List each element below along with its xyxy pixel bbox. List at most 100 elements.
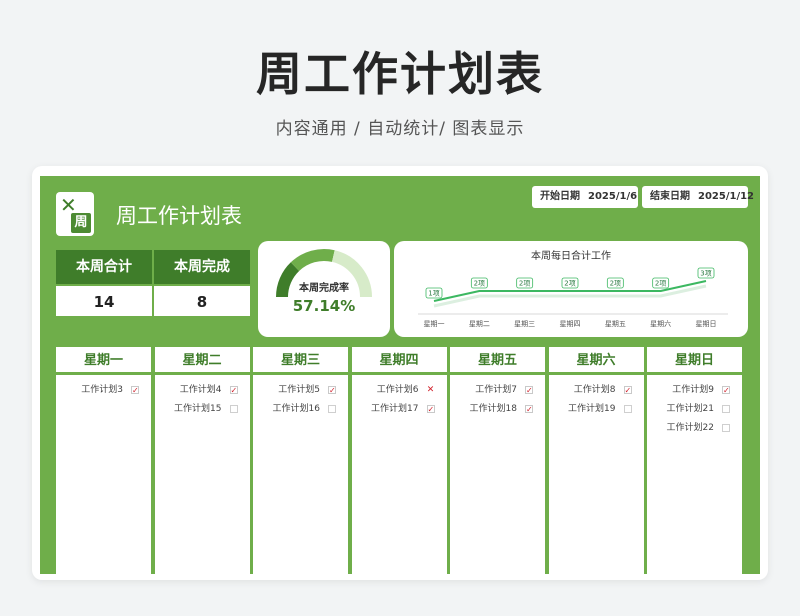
weekly-total-label: 本周合计	[56, 250, 152, 284]
start-date-field[interactable]: 开始日期 2025/1/6	[532, 186, 638, 208]
checked-box-icon[interactable]: ✓	[328, 386, 336, 395]
logo: ✕ 周	[56, 192, 94, 236]
task-row[interactable]: 工作计划21	[647, 400, 742, 419]
task-row[interactable]: 工作计划5 ✓	[253, 381, 348, 400]
day-column: 星期六工作计划8 ✓ 工作计划19	[548, 347, 644, 574]
task-name: 工作计划3	[81, 385, 123, 395]
weekly-total-value: 14	[56, 284, 152, 316]
end-date-value: 2025/1/12	[698, 191, 755, 202]
task-row[interactable]: 工作计划16	[253, 400, 348, 419]
daily-line-chart: 本周每日合计工作 1项 星期一 2项 星期二 2项 星期三 2项 星期四 2项 星期五 2项 星期六 3…	[394, 241, 748, 337]
data-label: 3项	[700, 270, 711, 278]
planner-sheet: ✕ 周 周工作计划表 开始日期 2025/1/6 结束日期 2025/1/12 本周…	[40, 176, 760, 574]
checked-box-icon[interactable]: ✓	[525, 386, 533, 395]
day-header: 星期五	[450, 347, 545, 375]
day-column: 星期一工作计划3 ✓	[56, 347, 151, 574]
task-name: 工作计划15	[174, 404, 222, 414]
day-header: 星期日	[647, 347, 742, 375]
chart-title: 本周每日合计工作	[531, 249, 611, 262]
sheet-title: 周工作计划表	[116, 204, 242, 228]
task-row[interactable]: 工作计划19	[549, 400, 644, 419]
weekly-total-card: 本周合计 14	[56, 250, 152, 318]
start-date-value: 2025/1/6	[588, 191, 638, 202]
task-row[interactable]: 工作计划17 ✓	[352, 400, 447, 419]
day-header: 星期一	[56, 347, 151, 375]
day-column: 星期四工作计划6 ✕ 工作计划17 ✓	[351, 347, 447, 574]
checked-box-icon[interactable]: ✓	[426, 405, 435, 414]
task-row[interactable]: 工作计划8 ✓	[549, 381, 644, 400]
checked-box-icon[interactable]: ✓	[131, 386, 139, 395]
end-date-field[interactable]: 结束日期 2025/1/12	[642, 186, 754, 208]
gauge-label: 本周完成率	[299, 283, 349, 294]
checked-box-icon[interactable]: ✓	[525, 405, 533, 414]
task-row[interactable]: 工作计划9 ✓	[647, 381, 742, 400]
start-date-label: 开始日期	[540, 191, 580, 202]
task-list: 工作计划5 ✓ 工作计划16	[253, 375, 348, 419]
tools-icon: ✕	[60, 193, 77, 217]
weekly-done-label: 本周完成	[154, 250, 250, 284]
completion-gauge: 本周完成率 57.14%	[258, 241, 390, 337]
task-list: 工作计划7 ✓ 工作计划18 ✓	[450, 375, 545, 419]
task-name: 工作计划21	[666, 404, 714, 414]
day-header: 星期二	[154, 347, 250, 375]
day-column: 星期五工作计划7 ✓ 工作计划18 ✓	[450, 347, 545, 574]
task-list: 工作计划9 ✓ 工作计划21 工作计划22	[647, 375, 742, 438]
data-label: 1项	[428, 290, 439, 298]
task-row[interactable]: 工作计划18 ✓	[450, 400, 545, 419]
task-row[interactable]: 工作计划4 ✓	[155, 381, 250, 400]
x-tick-label: 星期一	[424, 320, 445, 328]
task-name: 工作计划9	[672, 385, 714, 395]
task-list: 工作计划3 ✓	[56, 375, 151, 400]
checked-box-icon[interactable]: ✓	[229, 386, 238, 395]
cross-icon[interactable]: ✕	[427, 386, 435, 395]
task-name: 工作计划8	[573, 385, 616, 395]
gauge-mid-arc	[290, 249, 335, 272]
x-tick-label: 星期五	[605, 320, 626, 328]
x-tick-label: 星期三	[514, 320, 535, 328]
empty-box-icon[interactable]	[722, 405, 730, 413]
empty-box-icon[interactable]	[623, 405, 632, 413]
day-header: 星期三	[253, 347, 348, 375]
task-row[interactable]: 工作计划15	[155, 400, 250, 419]
task-name: 工作计划19	[568, 404, 616, 414]
data-label: 2项	[474, 280, 485, 288]
empty-box-icon[interactable]	[722, 424, 730, 432]
task-name: 工作计划16	[272, 404, 320, 414]
task-list: 工作计划4 ✓ 工作计划15	[155, 375, 250, 419]
x-tick-label: 星期六	[650, 319, 671, 328]
data-label: 2项	[519, 280, 530, 288]
page-title: 周工作计划表	[256, 47, 544, 101]
end-date-label: 结束日期	[650, 191, 690, 202]
data-label: 2项	[655, 280, 666, 288]
day-header: 星期六	[548, 347, 644, 375]
task-row[interactable]: 工作计划3 ✓	[56, 381, 151, 400]
gauge-value: 57.14%	[292, 297, 356, 315]
task-name: 工作计划4	[179, 385, 222, 395]
weekly-done-card: 本周完成 8	[154, 250, 250, 318]
task-row[interactable]: 工作计划22	[647, 419, 742, 438]
x-tick-label: 星期日	[696, 320, 717, 328]
planner-card: ✕ 周 周工作计划表 开始日期 2025/1/6 结束日期 2025/1/12 本周…	[32, 166, 768, 580]
task-list: 工作计划6 ✕ 工作计划17 ✓	[352, 375, 447, 419]
checked-box-icon[interactable]: ✓	[722, 386, 730, 395]
line-chart-svg: 本周每日合计工作 1项星期一 2项星期二 2项星期三 2项星期四 2项星期五 2项星期六 3…	[418, 249, 728, 328]
day-column: 星期二工作计划4 ✓ 工作计划15	[154, 347, 250, 574]
page-subtitle: 内容通用 / 自动统计/ 图表显示	[275, 119, 525, 139]
empty-box-icon[interactable]	[229, 405, 238, 413]
day-header: 星期四	[351, 347, 447, 375]
task-name: 工作计划6	[376, 385, 419, 395]
task-name: 工作计划7	[475, 385, 517, 395]
x-tick-label: 星期四	[560, 320, 581, 328]
checked-box-icon[interactable]: ✓	[623, 386, 632, 395]
task-row[interactable]: 工作计划7 ✓	[450, 381, 545, 400]
x-tick-label: 星期二	[469, 320, 490, 328]
task-name: 工作计划18	[469, 404, 517, 414]
task-row[interactable]: 工作计划6 ✕	[352, 381, 447, 400]
task-name: 工作计划22	[666, 423, 714, 433]
weekly-done-value: 8	[154, 284, 250, 316]
empty-box-icon[interactable]	[328, 405, 336, 413]
task-name: 工作计划5	[278, 385, 320, 395]
task-list: 工作计划8 ✓ 工作计划19	[549, 375, 644, 419]
day-column: 星期三工作计划5 ✓ 工作计划16	[253, 347, 348, 574]
data-label: 2项	[610, 280, 621, 288]
